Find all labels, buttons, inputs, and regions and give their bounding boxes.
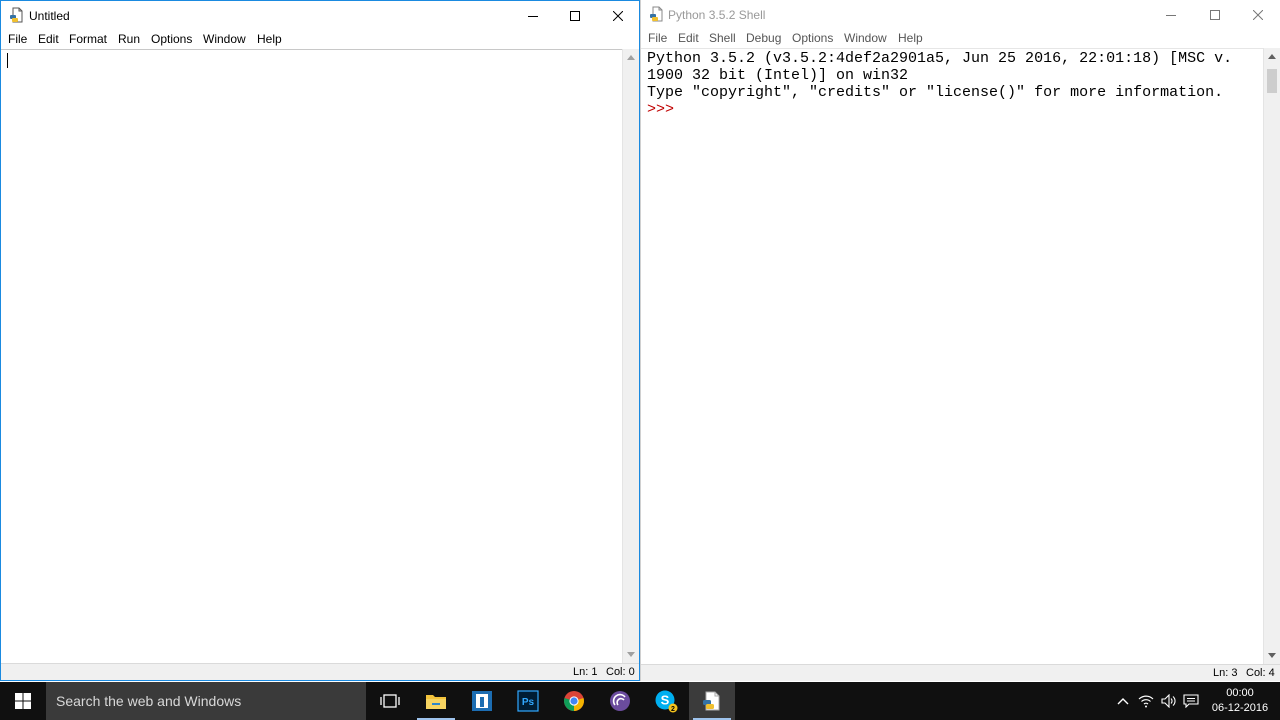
maximize-icon [1210, 9, 1220, 20]
menu-help[interactable]: Help [257, 32, 282, 46]
minimize-icon [1166, 14, 1176, 16]
taskbar: Search the web and Windows Ps S 2 00:00 … [0, 682, 1280, 720]
clock-time: 00:00 [1226, 687, 1254, 699]
close-icon [1253, 9, 1263, 20]
menu-format[interactable]: Format [69, 32, 107, 46]
maximize-icon [570, 10, 580, 21]
photoshop-button[interactable]: Ps [505, 682, 551, 720]
task-view-icon [380, 694, 400, 708]
menu-shell[interactable]: Shell [709, 31, 736, 45]
line-indicator: Ln: 3 [1213, 667, 1238, 679]
column-indicator: Col: 4 [1246, 667, 1275, 679]
scroll-up-button[interactable] [1264, 48, 1280, 65]
action-center-button[interactable] [1180, 682, 1202, 720]
title-bar[interactable]: Untitled [1, 1, 639, 30]
python-shell-icon [650, 6, 663, 22]
photoshop-label: Ps [522, 697, 535, 708]
windows-logo-icon [15, 693, 31, 709]
menu-help[interactable]: Help [898, 31, 923, 45]
file-explorer-button[interactable] [413, 682, 459, 720]
vertical-scrollbar[interactable] [622, 49, 639, 663]
menu-edit[interactable]: Edit [678, 31, 699, 45]
scroll-up-icon [1268, 54, 1276, 59]
menu-bar: File Edit Shell Debug Options Window Hel… [641, 29, 1280, 48]
skype-button[interactable]: S 2 [643, 682, 689, 720]
close-icon [613, 10, 623, 21]
menu-file[interactable]: File [8, 32, 27, 46]
menu-debug[interactable]: Debug [746, 31, 781, 45]
skype-badge: 2 [671, 706, 675, 713]
minimize-icon [528, 15, 538, 17]
scroll-up-icon [627, 55, 635, 60]
idle-python-button[interactable] [689, 682, 735, 720]
idle-python-icon [703, 691, 720, 711]
svg-text:S: S [661, 693, 670, 708]
app-icon [472, 691, 492, 711]
show-hidden-icons-button[interactable] [1112, 682, 1134, 720]
shell-text: Python 3.5.2 (v3.5.2:4def2a2901a5, Jun 2… [647, 50, 1232, 118]
menu-options[interactable]: Options [151, 32, 192, 46]
search-placeholder: Search the web and Windows [56, 693, 242, 709]
volume-button[interactable] [1158, 682, 1180, 720]
photoshop-icon: Ps [517, 690, 539, 712]
app-button[interactable] [459, 682, 505, 720]
task-view-button[interactable] [367, 682, 413, 720]
banner-line: Python 3.5.2 (v3.5.2:4def2a2901a5, Jun 2… [647, 50, 1233, 67]
menu-bar: File Edit Format Run Options Window Help [1, 30, 639, 49]
wifi-icon [1138, 695, 1154, 708]
title-bar[interactable]: Python 3.5.2 Shell [641, 0, 1280, 29]
file-explorer-icon [426, 695, 446, 709]
torrent-client-icon [610, 691, 630, 711]
menu-file[interactable]: File [648, 31, 667, 45]
torrent-client-button[interactable] [597, 682, 643, 720]
column-indicator: Col: 0 [606, 666, 635, 678]
menu-window[interactable]: Window [203, 32, 246, 46]
banner-line: 1900 32 bit (Intel)] on win32 [647, 67, 909, 84]
code-editor[interactable] [1, 49, 622, 663]
text-caret [7, 53, 8, 68]
scroll-down-button[interactable] [623, 646, 639, 663]
clock-date: 06-12-2016 [1211, 702, 1269, 714]
network-button[interactable] [1134, 682, 1158, 720]
chevron-up-icon [1117, 698, 1129, 705]
menu-window[interactable]: Window [844, 31, 887, 45]
chrome-button[interactable] [551, 682, 597, 720]
idle-file-icon [10, 7, 23, 23]
menu-edit[interactable]: Edit [38, 32, 59, 46]
start-button[interactable] [0, 682, 46, 720]
skype-icon: S 2 [655, 690, 678, 713]
notifications-icon [1183, 694, 1199, 708]
window-title: Python 3.5.2 Shell [668, 8, 766, 22]
vertical-scrollbar[interactable] [1263, 48, 1280, 664]
scroll-down-icon [1268, 653, 1276, 658]
close-button[interactable] [1236, 0, 1280, 29]
close-button[interactable] [596, 1, 639, 30]
shell-window: Python 3.5.2 Shell File Edit Shell Debug… [640, 0, 1280, 681]
window-title: Untitled [29, 9, 70, 23]
minimize-button[interactable] [511, 1, 555, 30]
search-box[interactable]: Search the web and Windows [46, 682, 366, 720]
shell-prompt[interactable]: >>> [647, 101, 1232, 118]
shell-output[interactable]: Python 3.5.2 (v3.5.2:4def2a2901a5, Jun 2… [641, 48, 1263, 664]
banner-line: Type "copyright", "credits" or "license(… [647, 84, 1224, 101]
minimize-button[interactable] [1149, 0, 1193, 29]
maximize-button[interactable] [1193, 0, 1237, 29]
scroll-up-button[interactable] [623, 49, 639, 66]
volume-icon [1161, 694, 1176, 708]
chrome-icon [564, 691, 584, 711]
clock[interactable]: 00:00 06-12-2016 [1207, 686, 1273, 716]
line-indicator: Ln: 1 [573, 666, 598, 678]
status-bar: Ln: 3 Col: 4 [641, 664, 1280, 681]
scroll-thumb[interactable] [1267, 69, 1277, 93]
maximize-button[interactable] [553, 1, 597, 30]
menu-options[interactable]: Options [792, 31, 833, 45]
editor-window: Untitled File Edit Format Run Options Wi… [0, 0, 640, 681]
menu-run[interactable]: Run [118, 32, 140, 46]
scroll-down-button[interactable] [1264, 647, 1280, 664]
scroll-down-icon [627, 652, 635, 657]
status-bar: Ln: 1 Col: 0 [1, 663, 639, 680]
